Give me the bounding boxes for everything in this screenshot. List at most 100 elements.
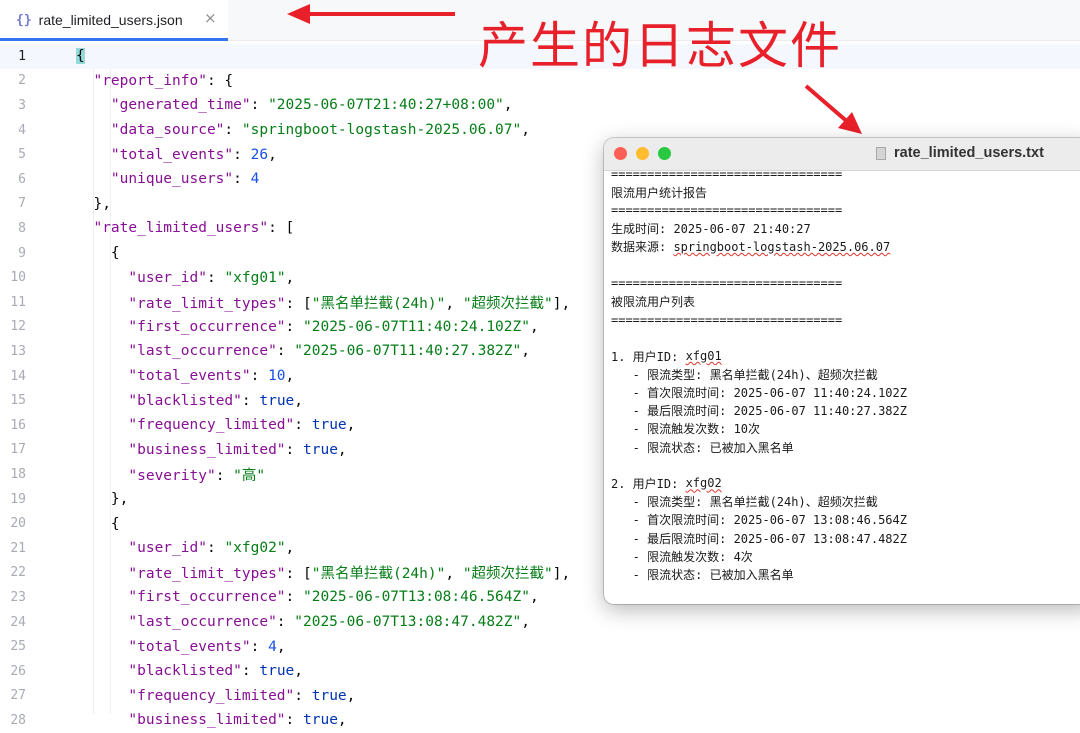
code-line[interactable]: 26 "blacklisted": true, [0,659,1080,684]
code-token: "blacklisted" [128,393,242,409]
line-number: 8 [0,221,26,236]
line-number: 23 [0,590,26,605]
code-token: : [207,540,224,556]
code-token: ], [553,566,570,582]
code-token: "frequency_limited" [128,688,294,704]
line-number: 1 [0,49,26,64]
code-token: "高" [233,468,265,484]
code-token: : [277,614,294,630]
code-token: 4 [251,171,260,187]
code-text: { [76,516,120,532]
code-text: "business_limited": true, [76,712,347,728]
code-text: "total_events": 10, [76,368,294,384]
code-token: "rate_limit_types" [128,566,285,582]
code-token [76,296,128,312]
code-token: : [ [286,296,312,312]
code-token: : [286,442,303,458]
line-number: 3 [0,98,26,113]
code-line[interactable]: 28 "business_limited": true, [0,708,1080,733]
code-text: "data_source": "springboot-logstash-2025… [76,122,530,138]
text-line: 1. 用户ID: xfg01 [611,347,722,365]
code-token: "business_limited" [128,712,285,728]
spellcheck-flagged-text: springboot-logstash-2025.06.07 [673,240,890,254]
code-token: : [294,688,311,704]
line-number: 19 [0,492,26,507]
code-token: "超频次拦截" [463,566,553,582]
close-window-button[interactable] [614,147,627,160]
code-token: , [294,393,303,409]
code-token: : [216,468,233,484]
text-line: - 限流触发次数: 10次 [611,420,760,438]
line-number: 24 [0,615,26,630]
code-token: "first_occurrence" [128,319,285,335]
code-token: , [347,417,356,433]
text-line-content: 数据来源: [611,238,673,255]
code-text: "generated_time": "2025-06-07T21:40:27+0… [76,97,513,113]
code-token: : [242,393,259,409]
code-token: { [76,48,85,64]
code-token: : [ [286,566,312,582]
minimize-window-button[interactable] [636,147,649,160]
text-line: 生成时间: 2025-06-07 21:40:27 [611,220,811,238]
text-line: 被限流用户列表 [611,292,695,310]
code-token: , [530,589,539,605]
text-line-content: - 限流触发次数: 10次 [611,420,760,437]
code-line[interactable]: 27 "frequency_limited": true, [0,684,1080,709]
text-line-content: ================================ [611,203,842,217]
code-token [76,393,128,409]
code-token: : [251,97,268,113]
text-line-content: - 最后限流时间: 2025-06-07 13:08:47.482Z [611,530,907,547]
code-text: "blacklisted": true, [76,663,303,679]
code-token: , [338,712,347,728]
code-token [76,147,111,163]
code-line[interactable]: 24 "last_occurrence": "2025-06-07T13:08:… [0,610,1080,635]
code-token: "2025-06-07T13:08:46.564Z" [303,589,530,605]
text-line-content: - 限流触发次数: 4次 [611,548,753,565]
code-token: : [286,712,303,728]
code-token: : [251,639,268,655]
code-token: : [286,319,303,335]
text-line-content: - 首次限流时间: 2025-06-07 11:40:24.102Z [611,384,907,401]
code-token [76,442,128,458]
text-file-content[interactable]: ================================限流用户统计报告… [604,171,1080,604]
code-token: : [ [268,220,294,236]
code-token: "unique_users" [111,171,233,187]
code-token: , [521,122,530,138]
code-token: "first_occurrence" [128,589,285,605]
text-line-content: 被限流用户列表 [611,293,695,310]
code-line[interactable]: 25 "total_events": 4, [0,634,1080,659]
code-token: "2025-06-07T21:40:27+08:00" [268,97,504,113]
text-line: ================================ [611,171,842,183]
code-token [76,343,128,359]
text-line-content: - 首次限流时间: 2025-06-07 13:08:46.564Z [611,511,907,528]
code-token [76,368,128,384]
close-icon[interactable]: × [204,9,217,27]
code-token [76,319,128,335]
code-token: , [338,442,347,458]
code-token: "severity" [128,468,215,484]
window-titlebar[interactable]: rate_limited_users.txt [604,138,1080,171]
text-line: 2. 用户ID: xfg02 [611,474,722,492]
text-file-window[interactable]: rate_limited_users.txt =================… [604,138,1080,604]
text-line: ================================ [611,311,842,329]
code-token: 10 [268,368,285,384]
code-token: : [286,589,303,605]
code-token: , [445,296,462,312]
text-line-content: ================================ [611,171,842,181]
line-number: 5 [0,147,26,162]
code-token [76,639,128,655]
text-line: ================================ [611,201,842,219]
code-token [76,97,111,113]
tab-rate-limited-users-json[interactable]: {} rate_limited_users.json × [0,0,228,40]
code-token [76,688,128,704]
code-token: true [312,417,347,433]
code-token: , [530,319,539,335]
text-line: 数据来源: springboot-logstash-2025.06.07 [611,238,890,256]
text-line: - 限流状态: 已被加入黑名单 [611,438,794,456]
code-token: , [521,343,530,359]
zoom-window-button[interactable] [658,147,671,160]
code-line[interactable]: 3 "generated_time": "2025-06-07T21:40:27… [0,93,1080,118]
code-token: : [207,270,224,286]
line-number: 28 [0,713,26,728]
text-line: - 最后限流时间: 2025-06-07 13:08:47.482Z [611,529,907,547]
